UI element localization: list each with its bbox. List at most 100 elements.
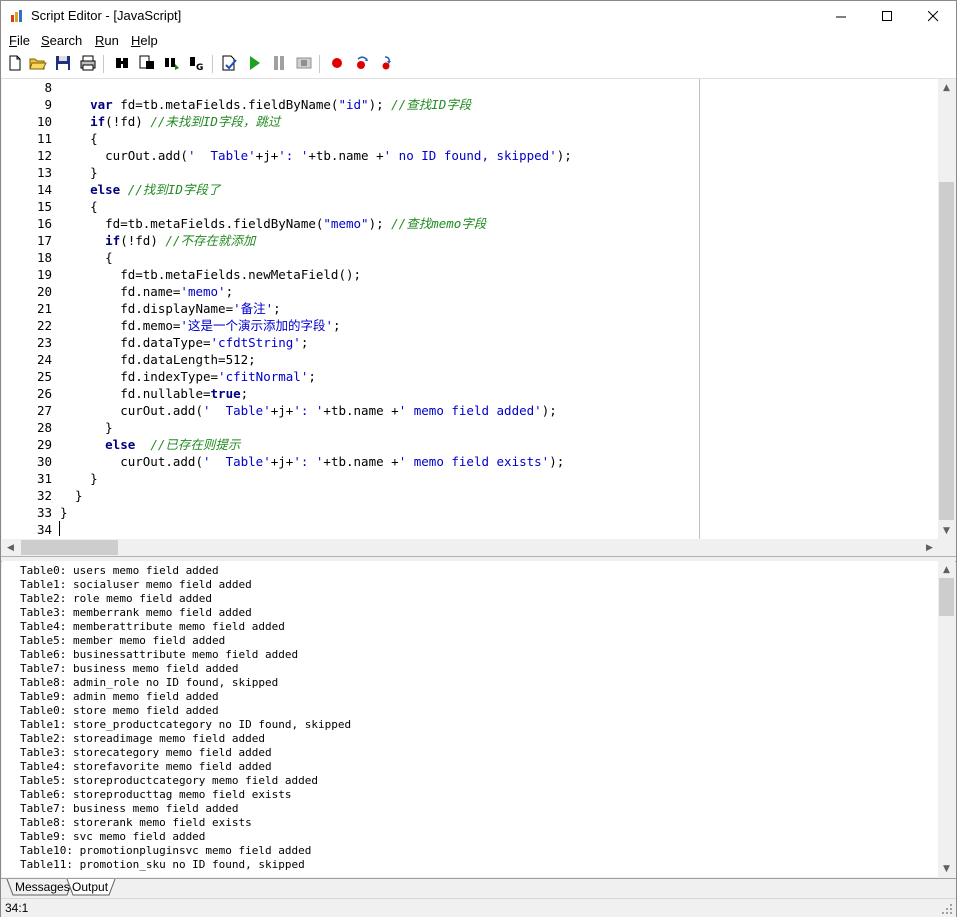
scroll-up-icon[interactable]: ▲ bbox=[938, 79, 955, 96]
replace-button[interactable] bbox=[163, 54, 181, 72]
code-line[interactable]: 21 fd.displayName='备注'; bbox=[2, 300, 938, 317]
code-line[interactable]: 17 if(!fd) //不存在就添加 bbox=[2, 232, 938, 249]
code-text: fd.displayName='备注'; bbox=[60, 300, 280, 317]
output-line: Table10: promotionpluginsvc memo field a… bbox=[20, 844, 312, 857]
cursor-position: 34:1 bbox=[5, 901, 29, 915]
code-line[interactable]: 16 fd=tb.metaFields.fieldByName("memo");… bbox=[2, 215, 938, 232]
code-line[interactable]: 26 fd.nullable=true; bbox=[2, 385, 938, 402]
output-line: Table0: users memo field added bbox=[20, 564, 219, 577]
close-button[interactable] bbox=[910, 1, 956, 31]
code-token: ); bbox=[368, 97, 392, 112]
code-line[interactable]: 15 { bbox=[2, 198, 938, 215]
code-text: else //已存在则提示 bbox=[60, 436, 240, 453]
menu-help[interactable]: Help bbox=[131, 33, 158, 48]
status-bar: 34:1 bbox=[1, 898, 956, 917]
menu-bar: File Search Run Help bbox=[1, 31, 956, 51]
code-token: //未找到ID字段，跳过 bbox=[150, 114, 281, 129]
code-line[interactable]: 32 } bbox=[2, 487, 938, 504]
output-tabs: Messages Output bbox=[1, 878, 956, 898]
code-line[interactable]: 20 fd.name='memo'; bbox=[2, 283, 938, 300]
line-number: 26 bbox=[36, 386, 52, 401]
maximize-button[interactable] bbox=[864, 1, 910, 31]
tab-messages[interactable]: Messages bbox=[11, 879, 74, 896]
code-line[interactable]: 25 fd.indexType='cfitNormal'; bbox=[2, 368, 938, 385]
stop-button[interactable] bbox=[295, 54, 313, 72]
line-number: 22 bbox=[36, 318, 52, 333]
step-over-button[interactable] bbox=[378, 54, 396, 72]
code-line[interactable]: 14 else //找到ID字段了 bbox=[2, 181, 938, 198]
code-line[interactable]: 30 curOut.add(' Table'+j+': '+tb.name +'… bbox=[2, 453, 938, 470]
new-file-button[interactable] bbox=[6, 54, 24, 72]
editor-horizontal-scrollbar[interactable]: ◀ ▶ bbox=[2, 539, 938, 556]
output-pane[interactable]: Table0: users memo field added Table1: so… bbox=[2, 561, 938, 877]
code-line[interactable]: 19 fd=tb.metaFields.newMetaField(); bbox=[2, 266, 938, 283]
minimize-button[interactable] bbox=[818, 1, 864, 31]
line-number: 19 bbox=[36, 267, 52, 282]
code-text: } bbox=[60, 504, 68, 521]
breakpoint-button[interactable] bbox=[328, 54, 346, 72]
output-line: Table4: storefavorite memo field added bbox=[20, 760, 272, 773]
code-line[interactable]: 24 fd.dataLength=512; bbox=[2, 351, 938, 368]
code-text: } bbox=[60, 164, 98, 181]
editor-vscroll-thumb[interactable] bbox=[939, 182, 954, 520]
code-text: } bbox=[60, 419, 113, 436]
open-button[interactable] bbox=[29, 54, 47, 72]
menu-run[interactable]: Run bbox=[95, 33, 119, 48]
menu-search[interactable]: Search bbox=[41, 33, 82, 48]
output-vscroll-thumb[interactable] bbox=[939, 578, 954, 616]
text-caret bbox=[59, 521, 60, 536]
goto-line-button[interactable]: G bbox=[188, 54, 206, 72]
code-text: } bbox=[60, 470, 98, 487]
code-editor[interactable]: 89 var fd=tb.metaFields.fieldByName("id"… bbox=[2, 79, 938, 539]
step-into-button[interactable] bbox=[353, 54, 371, 72]
code-line[interactable]: 28 } bbox=[2, 419, 938, 436]
print-button[interactable] bbox=[79, 54, 97, 72]
code-token: fd.memo= bbox=[60, 318, 181, 333]
output-line: Table9: svc memo field added bbox=[20, 830, 206, 843]
find-next-button[interactable] bbox=[138, 54, 156, 72]
code-line[interactable]: 11 { bbox=[2, 130, 938, 147]
code-token: +j+ bbox=[255, 148, 279, 163]
check-syntax-button[interactable] bbox=[220, 54, 238, 72]
code-line[interactable]: 29 else //已存在则提示 bbox=[2, 436, 938, 453]
code-token: 'cfdtString' bbox=[210, 335, 301, 350]
scroll-right-icon[interactable]: ▶ bbox=[921, 539, 938, 556]
editor-hscroll-thumb[interactable] bbox=[21, 540, 118, 555]
code-line[interactable]: 23 fd.dataType='cfdtString'; bbox=[2, 334, 938, 351]
code-token: } bbox=[60, 471, 98, 486]
code-line[interactable]: 27 curOut.add(' Table'+j+': '+tb.name +'… bbox=[2, 402, 938, 419]
code-text: if(!fd) //不存在就添加 bbox=[60, 232, 255, 249]
tab-output[interactable]: Output bbox=[68, 879, 112, 896]
code-line[interactable]: 18 { bbox=[2, 249, 938, 266]
code-token: '这是一个演示添加的字段' bbox=[180, 318, 333, 333]
code-token: true bbox=[210, 386, 241, 401]
resize-grip-icon[interactable] bbox=[941, 903, 953, 915]
scroll-down-icon[interactable]: ▼ bbox=[938, 860, 955, 877]
code-line[interactable]: 13 } bbox=[2, 164, 938, 181]
editor-vertical-scrollbar[interactable]: ▲ ▼ bbox=[938, 79, 955, 539]
menu-file[interactable]: File bbox=[9, 33, 30, 48]
output-vertical-scrollbar[interactable]: ▲ ▼ bbox=[938, 561, 955, 877]
code-line[interactable]: 33} bbox=[2, 504, 938, 521]
find-button[interactable] bbox=[113, 54, 131, 72]
run-button[interactable] bbox=[245, 54, 263, 72]
code-token: //查找ID字段 bbox=[391, 97, 472, 112]
code-line[interactable]: 22 fd.memo='这是一个演示添加的字段'; bbox=[2, 317, 938, 334]
scroll-left-icon[interactable]: ◀ bbox=[2, 539, 19, 556]
script-editor-window: Script Editor - [JavaScript] File Search… bbox=[0, 0, 957, 917]
scroll-up-icon[interactable]: ▲ bbox=[938, 561, 955, 578]
code-line[interactable]: 10 if(!fd) //未找到ID字段，跳过 bbox=[2, 113, 938, 130]
scroll-down-icon[interactable]: ▼ bbox=[938, 522, 955, 539]
print-icon bbox=[80, 55, 96, 71]
code-line[interactable]: 8 bbox=[2, 79, 938, 96]
code-line[interactable]: 12 curOut.add(' Table'+j+': '+tb.name +'… bbox=[2, 147, 938, 164]
code-line[interactable]: 34 bbox=[2, 521, 938, 538]
code-line[interactable]: 31 } bbox=[2, 470, 938, 487]
code-token: } bbox=[60, 488, 83, 503]
code-line[interactable]: 9 var fd=tb.metaFields.fieldByName("id")… bbox=[2, 96, 938, 113]
code-token: ; bbox=[225, 284, 234, 299]
output-line: Table6: businessattribute memo field add… bbox=[20, 648, 299, 661]
output-line: Table9: admin memo field added bbox=[20, 690, 219, 703]
save-button[interactable] bbox=[54, 54, 72, 72]
pause-button[interactable] bbox=[270, 54, 288, 72]
